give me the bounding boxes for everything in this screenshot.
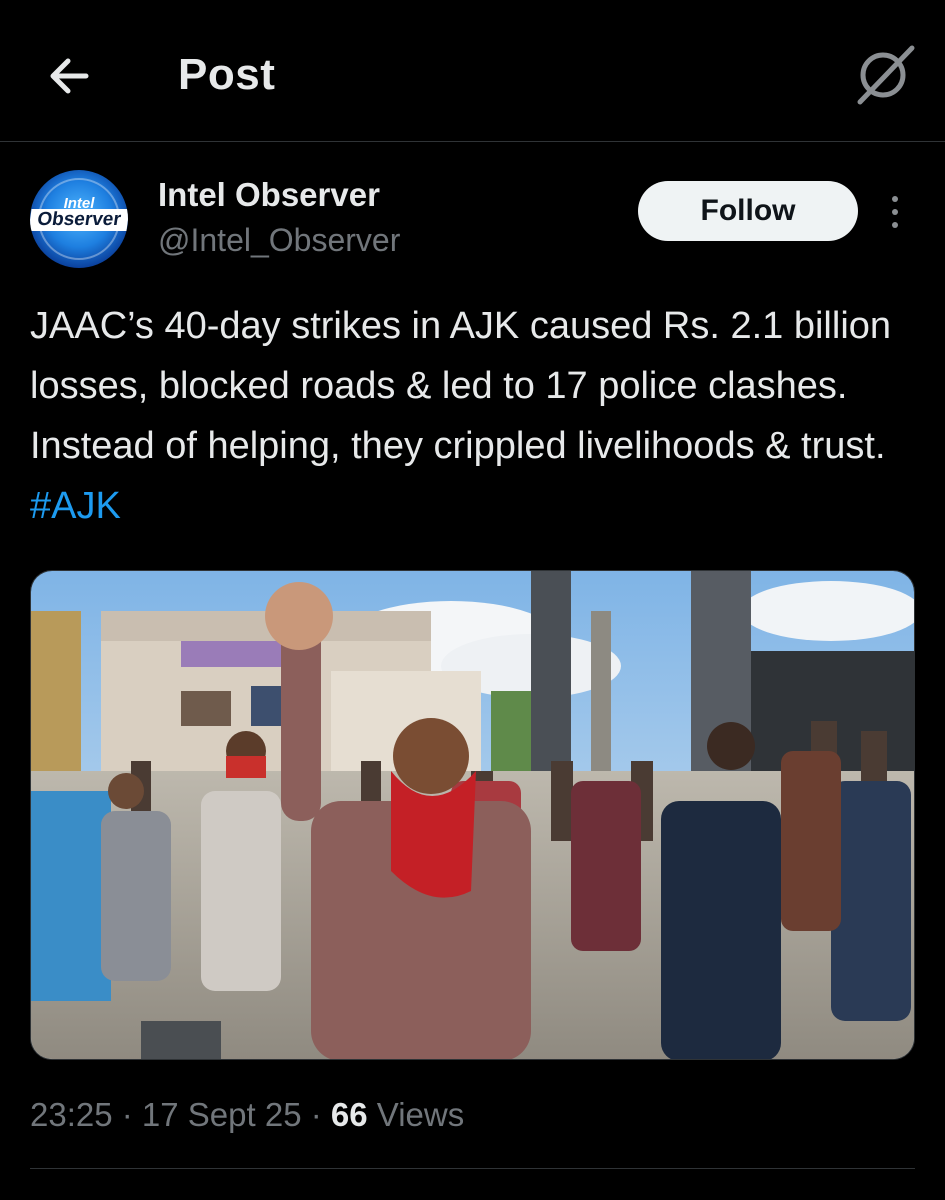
post-body: JAAC’s 40-day strikes in AJK caused Rs. …	[30, 305, 892, 467]
arrow-left-icon	[50, 58, 89, 94]
more-vertical-icon	[892, 196, 898, 202]
post-image[interactable]	[30, 570, 915, 1060]
avatar-logo-text-bottom: Observer	[30, 209, 128, 231]
meta-separator: ·	[112, 1096, 142, 1133]
back-button[interactable]	[40, 48, 100, 104]
protest-photo	[31, 571, 914, 1059]
views-count: 66	[330, 1096, 368, 1133]
more-vertical-icon-dot	[892, 209, 898, 215]
more-options-button[interactable]	[878, 192, 912, 232]
more-vertical-icon-dot	[892, 222, 898, 228]
meta-separator: ·	[301, 1096, 331, 1133]
grok-icon	[857, 45, 915, 105]
author-display-name[interactable]: Intel Observer	[158, 176, 380, 214]
post-date[interactable]: 17 Sept 25	[142, 1096, 302, 1133]
grok-button[interactable]	[852, 40, 918, 106]
page-title: Post	[178, 50, 276, 99]
hashtag-link[interactable]: #AJK	[30, 485, 121, 527]
post-text: JAAC’s 40-day strikes in AJK caused Rs. …	[30, 296, 910, 536]
post-time[interactable]: 23:25	[30, 1096, 113, 1133]
post-metadata: 23:25 · 17 Sept 25 · 66 Views	[30, 1096, 464, 1134]
author-handle[interactable]: @Intel_Observer	[158, 222, 400, 259]
divider	[30, 1168, 915, 1169]
views-label: Views	[367, 1096, 465, 1133]
follow-button[interactable]: Follow	[638, 181, 858, 241]
top-bar: Post	[0, 0, 945, 142]
author-avatar[interactable]: Intel Observer	[30, 170, 128, 268]
